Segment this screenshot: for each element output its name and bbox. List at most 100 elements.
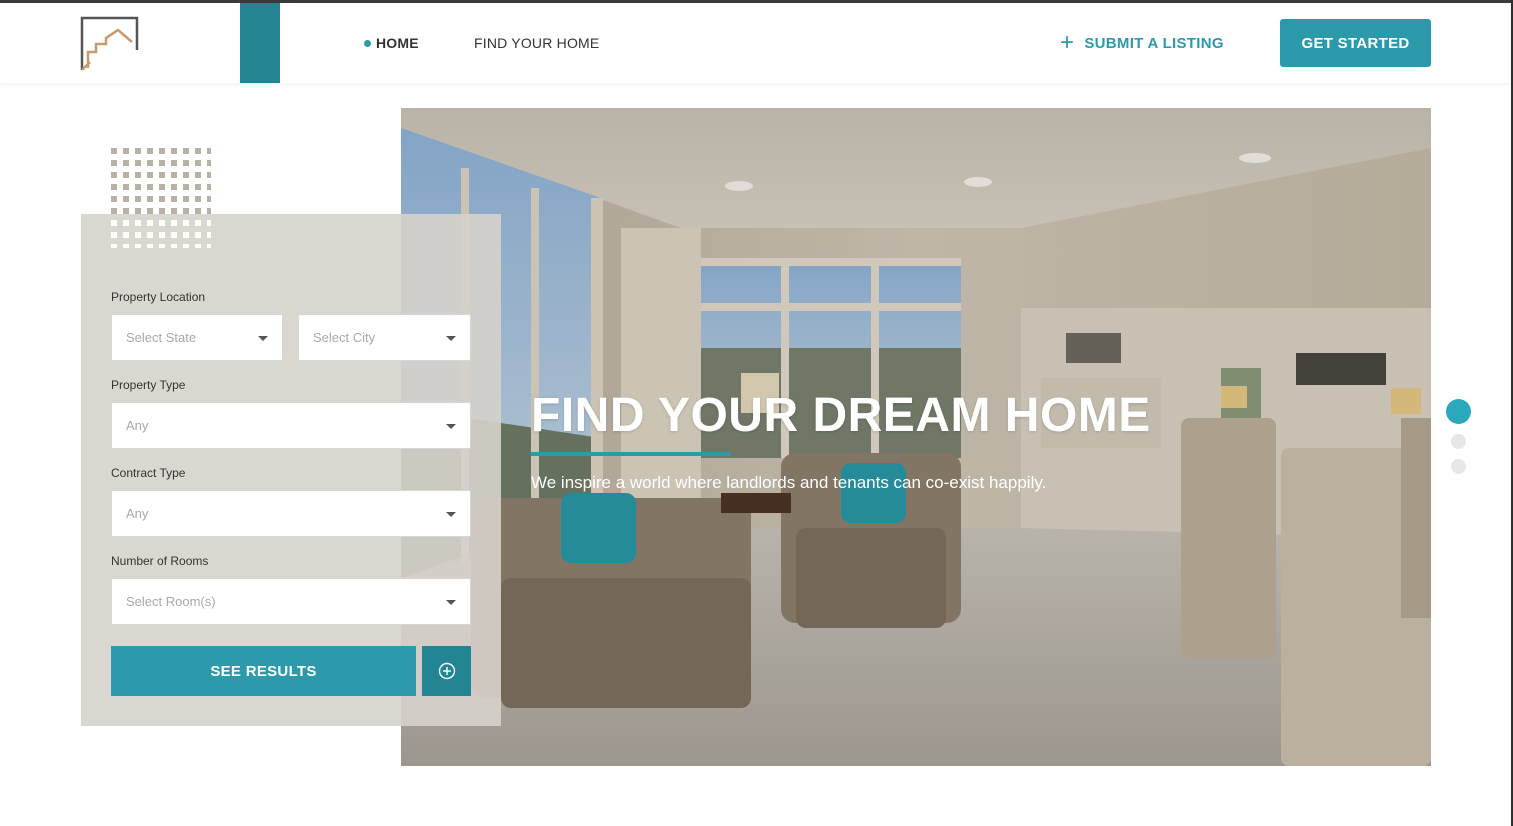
dot-grid-cell <box>159 184 165 190</box>
dot-grid-cell <box>123 220 129 226</box>
dot-grid-cell <box>207 220 213 226</box>
dot-grid-cell <box>171 244 177 250</box>
dot-grid-cell <box>195 172 201 178</box>
state-select[interactable]: Select State <box>111 314 283 361</box>
carousel-dot-2[interactable] <box>1451 434 1466 449</box>
hero-title: FIND YOUR DREAM HOME <box>531 389 1151 442</box>
dot-grid-cell <box>171 172 177 178</box>
dot-grid-cell <box>195 208 201 214</box>
dot-grid-cell <box>135 220 141 226</box>
dot-grid-cell <box>123 232 129 238</box>
dot-grid-cell <box>111 208 117 214</box>
dot-grid-cell <box>147 232 153 238</box>
dot-grid-cell <box>111 196 117 202</box>
dot-grid-cell <box>111 244 117 250</box>
dot-grid-cell <box>207 148 213 154</box>
dot-grid-cell <box>171 220 177 226</box>
get-started-button[interactable]: GET STARTED <box>1280 19 1431 67</box>
dot-grid-cell <box>207 196 213 202</box>
contract-type-label: Contract Type <box>111 466 186 480</box>
dot-grid-cell <box>171 148 177 154</box>
dot-grid-cell <box>111 172 117 178</box>
dot-grid-cell <box>159 208 165 214</box>
city-select-placeholder: Select City <box>313 330 376 345</box>
dot-grid-cell <box>147 208 153 214</box>
dot-grid-cell <box>207 208 213 214</box>
more-filters-button[interactable] <box>422 646 471 696</box>
caret-down-icon <box>446 512 456 517</box>
caret-down-icon <box>446 336 456 341</box>
dot-grid-cell <box>147 244 153 250</box>
property-type-value: Any <box>126 418 149 433</box>
dot-grid-cell <box>135 196 141 202</box>
dot-grid-cell <box>183 184 189 190</box>
carousel-dot-1[interactable] <box>1446 399 1471 424</box>
dot-grid-cell <box>183 220 189 226</box>
property-location-label: Property Location <box>111 290 206 304</box>
rooms-select-placeholder: Select Room(s) <box>126 594 216 609</box>
dot-grid-pattern <box>111 148 213 250</box>
dot-grid-cell <box>147 148 153 154</box>
nav-home-link[interactable]: HOME <box>364 35 419 51</box>
dot-grid-cell <box>171 160 177 166</box>
dot-grid-cell <box>111 184 117 190</box>
site-logo[interactable] <box>80 16 140 72</box>
dot-grid-cell <box>183 196 189 202</box>
see-results-button[interactable]: SEE RESULTS <box>111 646 416 696</box>
dot-grid-cell <box>171 196 177 202</box>
dot-grid-cell <box>111 220 117 226</box>
dot-grid-cell <box>183 160 189 166</box>
hero-subtitle: We inspire a world where landlords and t… <box>531 473 1047 492</box>
dot-grid-cell <box>111 232 117 238</box>
nav-find-your-home-link[interactable]: FIND YOUR HOME <box>474 35 599 51</box>
dot-grid-cell <box>183 232 189 238</box>
dot-grid-cell <box>147 160 153 166</box>
dot-grid-cell <box>183 208 189 214</box>
carousel-dot-3[interactable] <box>1451 459 1466 474</box>
dot-grid-cell <box>147 196 153 202</box>
dot-grid-cell <box>171 184 177 190</box>
hero-title-underline <box>531 452 731 456</box>
rooms-select[interactable]: Select Room(s) <box>111 578 471 625</box>
plus-circle-icon <box>438 662 455 680</box>
dot-grid-cell <box>123 196 129 202</box>
plus-icon: + <box>1060 29 1075 56</box>
dot-grid-cell <box>207 172 213 178</box>
dot-grid-cell <box>159 196 165 202</box>
city-select[interactable]: Select City <box>298 314 471 361</box>
dot-grid-cell <box>159 232 165 238</box>
dot-grid-cell <box>123 184 129 190</box>
dot-grid-cell <box>207 232 213 238</box>
submit-listing-link[interactable]: + SUBMIT A LISTING <box>1060 29 1224 56</box>
house-logo-icon <box>80 16 139 71</box>
dot-grid-cell <box>159 160 165 166</box>
dot-grid-cell <box>195 148 201 154</box>
dot-grid-decoration <box>111 148 213 250</box>
dot-grid-cell <box>123 148 129 154</box>
dot-grid-cell <box>207 184 213 190</box>
caret-down-icon <box>446 600 456 605</box>
contract-type-value: Any <box>126 506 149 521</box>
dot-grid-cell <box>135 172 141 178</box>
dot-grid-cell <box>123 208 129 214</box>
active-indicator-dot <box>364 39 371 47</box>
contract-type-select[interactable]: Any <box>111 490 471 537</box>
submit-listing-label: SUBMIT A LISTING <box>1084 34 1224 52</box>
dot-grid-cell <box>171 232 177 238</box>
caret-down-icon <box>258 336 268 341</box>
property-type-select[interactable]: Any <box>111 402 471 449</box>
dot-grid-cell <box>123 172 129 178</box>
dot-grid-cell <box>195 220 201 226</box>
dot-grid-cell <box>135 160 141 166</box>
dot-grid-cell <box>135 232 141 238</box>
dot-grid-cell <box>195 160 201 166</box>
dot-grid-cell <box>147 220 153 226</box>
dot-grid-cell <box>183 244 189 250</box>
dot-grid-cell <box>195 196 201 202</box>
dot-grid-cell <box>195 184 201 190</box>
dot-grid-cell <box>123 244 129 250</box>
dot-grid-cell <box>147 184 153 190</box>
rooms-label: Number of Rooms <box>111 554 209 568</box>
dot-grid-cell <box>207 160 213 166</box>
dot-grid-cell <box>207 244 213 250</box>
